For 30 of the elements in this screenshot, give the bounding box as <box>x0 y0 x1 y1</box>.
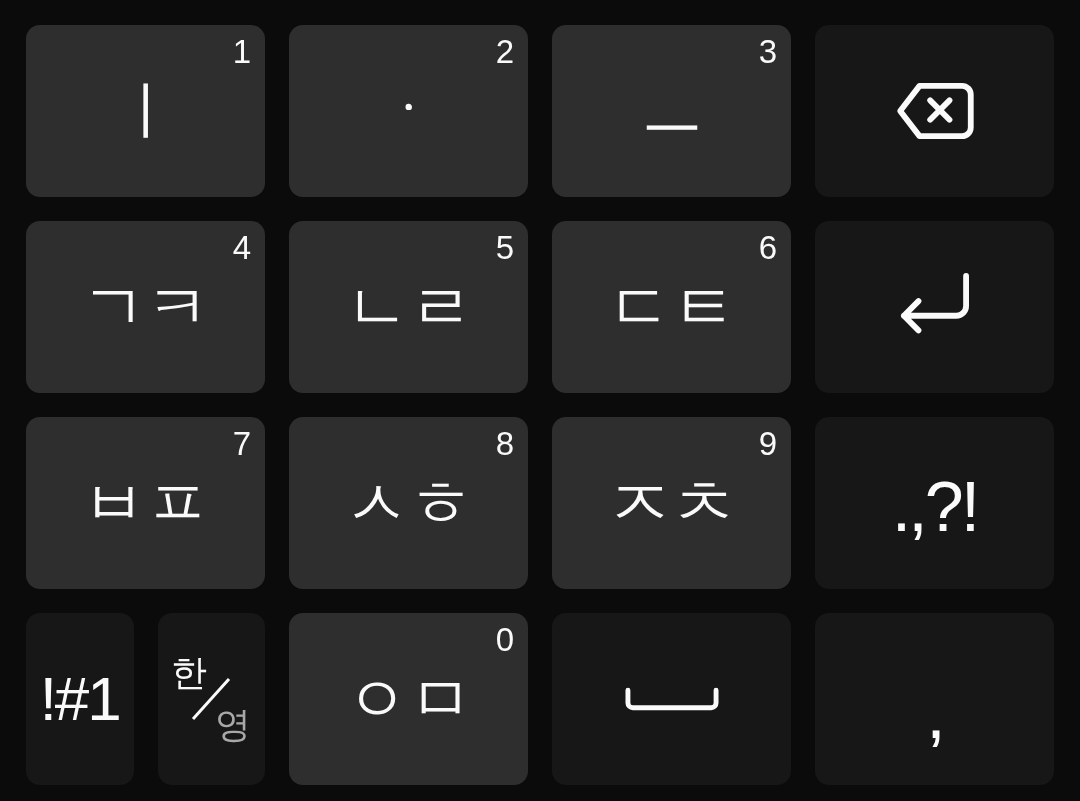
key-number: 3 <box>758 35 777 68</box>
key-number: 7 <box>232 427 251 460</box>
language-option: 영 <box>215 707 252 743</box>
enter-key[interactable] <box>815 221 1054 393</box>
symbols-mode-key[interactable]: !#1 <box>26 613 134 785</box>
backspace-icon <box>895 82 974 140</box>
key-number: 6 <box>758 231 777 264</box>
letter-key[interactable]: ㅣ 1 <box>26 25 265 197</box>
letter-key[interactable]: ㅈㅊ 9 <box>552 417 791 589</box>
letter-key[interactable]: ㅂㅍ 7 <box>26 417 265 589</box>
key-number: 8 <box>495 427 514 460</box>
space-bar-icon <box>624 687 719 711</box>
punctuation-key[interactable]: .,?! <box>815 417 1054 589</box>
letter-key[interactable]: ㅡ 3 <box>552 25 791 197</box>
key-number: 1 <box>232 35 251 68</box>
backspace-key[interactable] <box>815 25 1054 197</box>
key-number: 0 <box>495 623 514 656</box>
letter-key[interactable]: ㄱㅋ 4 <box>26 221 265 393</box>
punctuation-key[interactable]: , <box>815 613 1054 785</box>
language-toggle-key[interactable]: 한 영 <box>157 613 265 785</box>
letter-key[interactable]: ㄷㅌ 6 <box>552 221 791 393</box>
key-number: 2 <box>495 35 514 68</box>
letter-key[interactable]: ㅅㅎ 8 <box>289 417 528 589</box>
letter-key[interactable]: ㅇㅁ 0 <box>289 613 528 785</box>
letter-key[interactable]: ㆍ 2 <box>289 25 528 197</box>
letter-key[interactable]: ㄴㄹ 5 <box>289 221 528 393</box>
key-number: 4 <box>232 231 251 264</box>
key-number: 5 <box>495 231 514 264</box>
key-number: 9 <box>758 427 777 460</box>
language-option: 한 <box>171 655 208 691</box>
